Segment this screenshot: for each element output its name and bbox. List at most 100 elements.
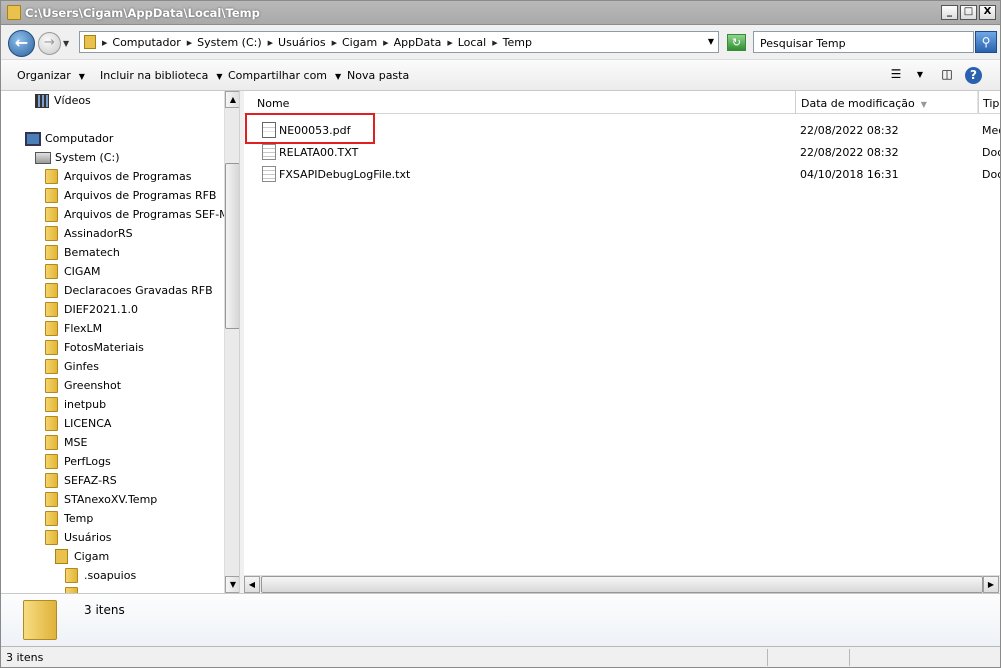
tree-item-folder[interactable]: AssinadorRS	[45, 224, 133, 243]
chevron-down-icon[interactable]: ▼	[911, 70, 929, 86]
view-options-icon[interactable]: ☰	[887, 67, 905, 83]
preview-pane-icon[interactable]: ◫	[938, 67, 956, 83]
tree-item-label: SEFAZ-RS	[64, 474, 117, 487]
text-file-icon	[262, 166, 276, 182]
tree-item-label: inetpub	[64, 398, 107, 411]
minimize-button[interactable]: _	[941, 5, 958, 20]
tree-item-folder[interactable]: PerfLogs	[45, 452, 111, 471]
status-divider	[767, 649, 768, 666]
folder-icon	[65, 568, 78, 583]
breadcrumb-item[interactable]: ▶ Usuários	[268, 36, 326, 49]
tree-item-folder[interactable]: inetpub	[45, 395, 106, 414]
tree-item-folder[interactable]: DIEF2021.1.0	[45, 300, 138, 319]
tree-item-label: DIEF2021.1.0	[64, 303, 138, 316]
tree-item-folder[interactable]: Bematech	[45, 243, 120, 262]
tree-item-label: AssinadorRS	[64, 227, 133, 240]
search-button[interactable]: ⚲	[975, 31, 997, 53]
tree-item-label: Arquivos de Programas	[64, 170, 192, 183]
tree-item-label: CIGAM	[64, 265, 101, 278]
folder-icon	[45, 416, 58, 431]
address-bar[interactable]: ▶ Computador ▶ System (C:) ▶ Usuários ▶ Cigam ▶ A…	[79, 31, 719, 53]
column-label: Data de modificação	[801, 97, 915, 110]
close-button[interactable]: X	[979, 5, 996, 20]
chevron-right-icon[interactable]: ▶	[332, 39, 337, 47]
details-pane: 3 itens	[1, 593, 1000, 646]
folder-icon	[23, 600, 57, 640]
folder-icon	[45, 226, 58, 241]
column-header-name[interactable]: Nome	[244, 91, 796, 114]
tree-item-folder[interactable]: MSE	[45, 433, 87, 452]
column-header-type[interactable]: Tipo	[978, 91, 1000, 114]
chevron-right-icon[interactable]: ▶	[383, 39, 388, 47]
breadcrumb-item[interactable]: ▶ Temp	[492, 36, 532, 49]
refresh-icon: ↻	[731, 36, 742, 49]
breadcrumb-item[interactable]: ▶ Cigam	[332, 36, 378, 49]
tree-item-system-drive[interactable]: System (C:)	[35, 148, 120, 167]
tree-item-label: Temp	[64, 512, 94, 525]
tree-item-folder[interactable]: Ginfes	[45, 357, 99, 376]
tree-item-soapuios[interactable]: .soapuios	[65, 566, 136, 585]
scroll-up-button[interactable]: ▲	[225, 91, 239, 108]
tree-item-folder[interactable]: Arquivos de Programas	[45, 167, 191, 186]
tree-item-folder[interactable]: Temp	[45, 509, 93, 528]
tree-item-label: LICENCA	[64, 417, 112, 430]
help-icon[interactable]: ?	[965, 67, 982, 84]
breadcrumb-item[interactable]: ▶ System (C:)	[187, 36, 262, 49]
scroll-right-button[interactable]: ▶	[983, 576, 999, 593]
scroll-thumb[interactable]	[225, 163, 239, 329]
tree-item-label: Computador	[45, 132, 114, 145]
column-header-date[interactable]: Data de modificação ▼	[795, 91, 978, 114]
tree-item-folder[interactable]: Greenshot	[45, 376, 121, 395]
folder-icon	[45, 283, 58, 298]
back-button[interactable]: ←	[8, 30, 35, 57]
breadcrumb-item[interactable]: ▶ AppData	[383, 36, 441, 49]
tree-item-label: STAnexoXV.Temp	[64, 493, 158, 506]
tree-item-computer[interactable]: Computador	[25, 129, 113, 148]
share-with-button[interactable]: Compartilhar com ▼	[228, 69, 341, 82]
chevron-right-icon[interactable]: ▶	[447, 39, 452, 47]
tree-item-folder[interactable]: FlexLM	[45, 319, 102, 338]
tree-item-folder[interactable]: SEFAZ-RS	[45, 471, 117, 490]
video-library-icon	[35, 93, 49, 108]
breadcrumb-label: Usuários	[278, 36, 326, 49]
breadcrumb-item[interactable]: ▶ Local	[447, 36, 486, 49]
chevron-down-icon[interactable]: ▼	[708, 37, 714, 46]
chevron-right-icon[interactable]: ▶	[102, 39, 107, 47]
scroll-left-button[interactable]: ◀	[244, 576, 260, 593]
new-folder-button[interactable]: Nova pasta	[347, 69, 409, 82]
maximize-button[interactable]: □	[960, 5, 977, 20]
tree-item-videos[interactable]: Vídeos	[35, 91, 91, 110]
tree-item-folder[interactable]: CIGAM	[45, 262, 100, 281]
horizontal-scrollbar[interactable]: ◀ ▶	[244, 575, 1000, 593]
recent-pages-dropdown[interactable]: ▼	[63, 39, 69, 48]
status-divider	[849, 649, 850, 666]
tree-item-folder[interactable]: LICENCA	[45, 414, 111, 433]
chevron-right-icon[interactable]: ▶	[187, 39, 192, 47]
nav-scrollbar[interactable]: ▲ ▼	[224, 91, 239, 593]
forward-button[interactable]: →	[38, 32, 61, 55]
highlight-box	[245, 113, 375, 144]
tree-item-folder[interactable]: Arquivos de Programas RFB	[45, 186, 216, 205]
organize-label: Organizar	[17, 69, 71, 82]
text-file-icon	[262, 144, 276, 160]
tree-item-folder[interactable]: Declaracoes Gravadas RFB	[45, 281, 213, 300]
chevron-right-icon[interactable]: ▶	[268, 39, 273, 47]
scroll-thumb[interactable]	[261, 576, 983, 593]
tree-item-folder[interactable]: Arquivos de Programas SEF-MG	[45, 205, 237, 224]
file-row[interactable]: FXSAPIDebugLogFile.txt 04/10/2018 16:31 Do…	[244, 163, 1000, 185]
tree-item-folder[interactable]: STAnexoXV.Temp	[45, 490, 157, 509]
search-input[interactable]: Pesquisar Temp	[753, 31, 974, 53]
tree-item-folder[interactable]: Usuários	[45, 528, 112, 547]
tree-item-folder[interactable]: FotosMateriais	[45, 338, 144, 357]
chevron-right-icon[interactable]: ▶	[492, 39, 497, 47]
folder-icon	[45, 169, 58, 184]
include-in-library-button[interactable]: Incluir na biblioteca ▼	[100, 69, 222, 82]
tree-item-label: Declaracoes Gravadas RFB	[64, 284, 213, 297]
breadcrumb-item[interactable]: ▶ Computador	[102, 36, 181, 49]
scroll-down-button[interactable]: ▼	[225, 576, 239, 593]
organize-button[interactable]: Organizar ▼	[17, 69, 85, 82]
navigation-pane: Vídeos Computador System (C:) Arquivos d…	[1, 91, 240, 593]
tree-item-cigam[interactable]: Cigam	[55, 547, 109, 566]
file-row[interactable]: RELATA00.TXT 22/08/2022 08:32 Doc	[244, 141, 1000, 163]
refresh-button[interactable]: ↻	[727, 34, 746, 51]
